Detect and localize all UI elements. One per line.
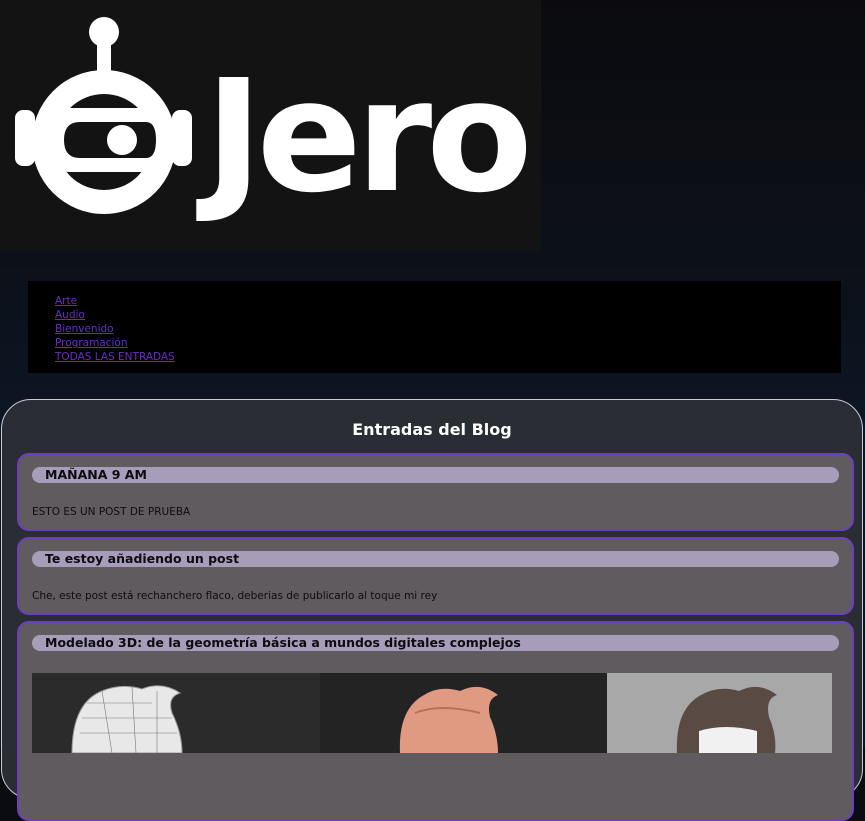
logo-wordmark: Jero (196, 46, 527, 227)
post-card[interactable]: Te estoy añadiendo un post Che, este pos… (17, 537, 854, 615)
nav-link-todas-las-entradas[interactable]: TODAS LAS ENTRADAS (55, 351, 175, 363)
textured-render (607, 673, 832, 753)
post-image (32, 673, 832, 753)
category-nav: Arte Audio Bienvenido Programación TODAS… (28, 281, 841, 373)
post-body: Che, este post está rechanchero flaco, d… (32, 590, 438, 602)
wireframe-render (32, 673, 320, 753)
post-title-bar: Te estoy añadiendo un post (32, 551, 839, 567)
blog-section: Entradas del Blog MAÑANA 9 AM ESTO ES UN… (1, 399, 863, 821)
post-body: ESTO ES UN POST DE PRUEBA (32, 506, 191, 518)
post-title[interactable]: Te estoy añadiendo un post (45, 551, 239, 567)
site-logo[interactable]: Jero (0, 0, 541, 251)
post-title[interactable]: Modelado 3D: de la geometría básica a mu… (45, 635, 521, 651)
post-card[interactable]: MAÑANA 9 AM ESTO ES UN POST DE PRUEBA (17, 453, 854, 531)
post-title[interactable]: MAÑANA 9 AM (45, 467, 147, 483)
blog-title: Entradas del Blog (352, 420, 512, 439)
post-title-bar: Modelado 3D: de la geometría básica a mu… (32, 635, 839, 651)
post-title-bar: MAÑANA 9 AM (32, 467, 839, 483)
post-card[interactable]: Modelado 3D: de la geometría básica a mu… (17, 621, 854, 821)
robot-head-icon: Jero (15, 17, 533, 227)
clay-render (320, 673, 607, 753)
